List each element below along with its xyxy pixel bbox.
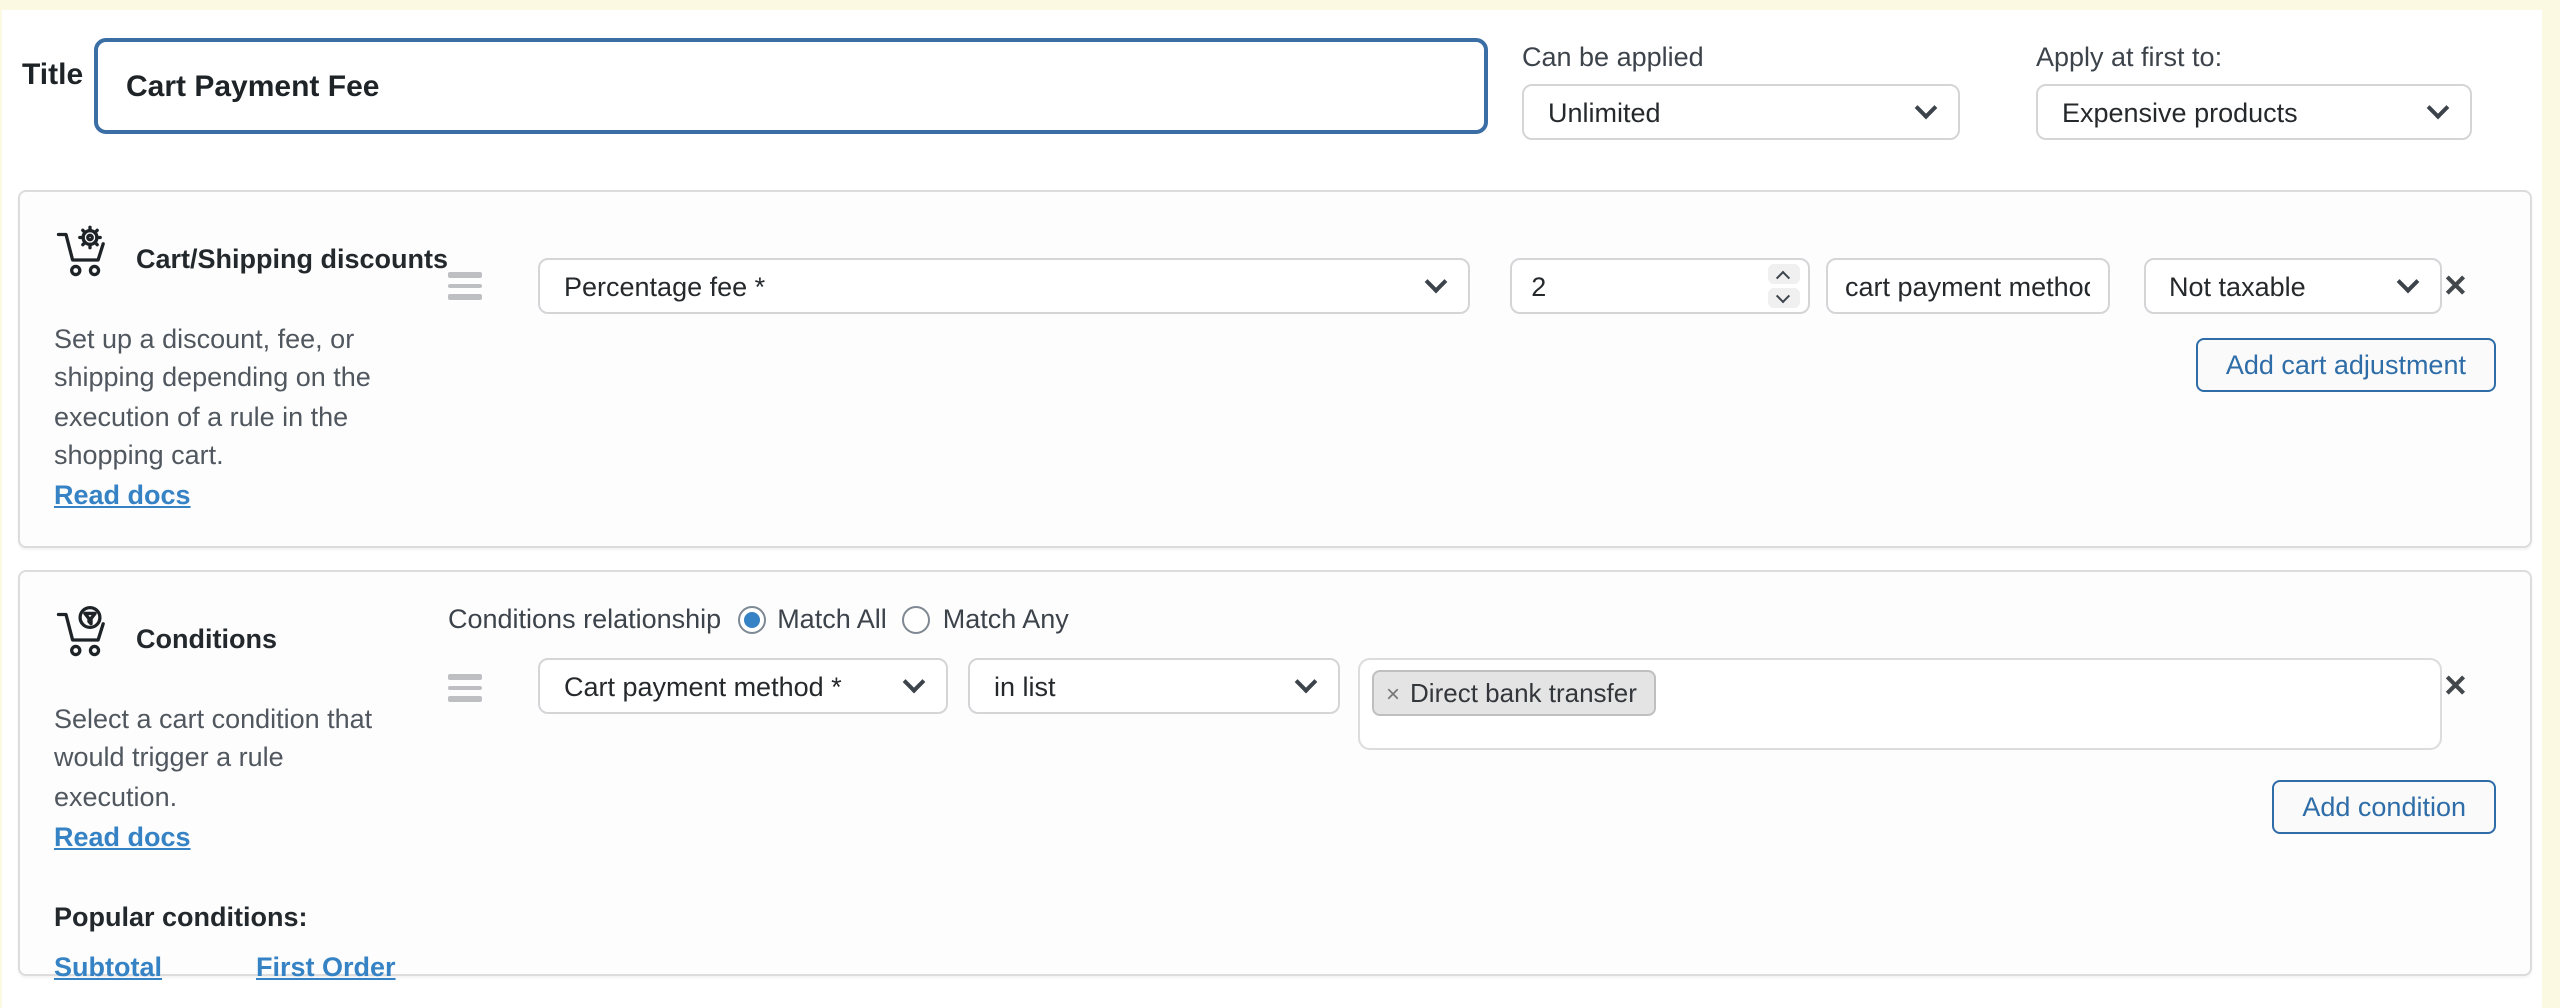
match-all-radio[interactable] (737, 605, 765, 633)
popular-conditions-label: Popular conditions: (54, 902, 464, 932)
chevron-down-icon (1915, 97, 1938, 120)
tag-label: Direct bank transfer (1410, 678, 1637, 708)
chevron-down-icon (1295, 671, 1318, 694)
condition-operator-value: in list (994, 671, 1056, 701)
can-be-applied-label: Can be applied (1522, 42, 1960, 72)
conditions-relationship-row: Conditions relationship Match All Match … (448, 604, 2496, 634)
popular-links: Subtotal First Order (54, 952, 464, 982)
remove-tag-icon[interactable]: × (1386, 679, 1400, 707)
popular-link-first-order[interactable]: First Order (256, 952, 396, 982)
adjustment-type-value: Percentage fee * (564, 271, 765, 301)
conditions-section: Conditions Select a cart condition that … (18, 570, 2532, 976)
discounts-body: Percentage fee * Not taxable (448, 192, 2530, 392)
can-be-applied-value: Unlimited (1548, 97, 1661, 127)
discounts-sidebar: Cart/Shipping discounts Set up a discoun… (54, 224, 464, 514)
conditions-header: Conditions (54, 604, 464, 674)
discounts-description: Set up a discount, fee, or shipping depe… (54, 320, 410, 474)
popular-link-subtotal[interactable]: Subtotal (54, 952, 162, 982)
add-adjustment-row: Add cart adjustment (448, 338, 2496, 392)
more-row: More ▾ (54, 1004, 464, 1008)
discounts-heading: Cart/Shipping discounts (136, 244, 448, 274)
apply-at-first-label: Apply at first to: (2036, 42, 2472, 72)
stepper-down-icon[interactable] (1767, 288, 1799, 308)
rule-editor-panel: Title Can be applied Unlimited Apply at … (2, 10, 2542, 1008)
remove-adjustment-icon[interactable]: ✕ (2443, 271, 2468, 301)
discounts-header: Cart/Shipping discounts (54, 224, 464, 294)
apply-at-first-group: Apply at first to: Expensive products (2036, 42, 2472, 140)
amount-field (1509, 258, 1809, 314)
match-all-label[interactable]: Match All (777, 604, 887, 634)
can-be-applied-group: Can be applied Unlimited (1522, 42, 1960, 140)
tax-select[interactable]: Not taxable (2143, 258, 2443, 314)
title-input[interactable] (94, 38, 1488, 134)
match-any-radio[interactable] (903, 605, 931, 633)
can-be-applied-select[interactable]: Unlimited (1522, 84, 1960, 140)
amount-input[interactable] (1509, 258, 1809, 314)
chevron-down-icon (903, 671, 926, 694)
condition-type-value: Cart payment method * (564, 671, 842, 701)
add-condition-row: Add condition (448, 780, 2496, 834)
page: Title Can be applied Unlimited Apply at … (0, 0, 2560, 1008)
conditions-description: Select a cart condition that would trigg… (54, 700, 410, 816)
more-link[interactable]: More (54, 1004, 119, 1008)
chevron-down-icon (2398, 271, 2421, 294)
cart-shipping-discounts-section: Cart/Shipping discounts Set up a discoun… (18, 190, 2532, 548)
add-cart-adjustment-button[interactable]: Add cart adjustment (2196, 338, 2496, 392)
conditions-read-docs-link[interactable]: Read docs (54, 822, 191, 852)
add-condition-button[interactable]: Add condition (2272, 780, 2496, 834)
conditions-heading: Conditions (136, 624, 277, 654)
conditions-body: Conditions relationship Match All Match … (448, 572, 2530, 834)
discounts-read-docs-link[interactable]: Read docs (54, 480, 191, 510)
condition-values-field[interactable]: × Direct bank transfer (1358, 658, 2442, 750)
condition-type-select[interactable]: Cart payment method * (538, 658, 948, 714)
stepper-up-icon[interactable] (1767, 264, 1799, 284)
chevron-down-icon (1424, 271, 1447, 294)
remove-condition-icon[interactable]: ✕ (2443, 672, 2468, 702)
fee-name-input[interactable] (1825, 258, 2109, 314)
condition-row: Cart payment method * in list × Direct b… (448, 658, 2496, 750)
number-stepper (1767, 264, 1799, 308)
condition-operator-select[interactable]: in list (968, 658, 1340, 714)
tax-value: Not taxable (2169, 271, 2306, 301)
title-label: Title (22, 58, 83, 92)
apply-at-first-select[interactable]: Expensive products (2036, 84, 2472, 140)
chevron-down-icon (2427, 97, 2450, 120)
cart-gear-icon (54, 224, 114, 294)
match-any-label[interactable]: Match Any (943, 604, 1069, 634)
selected-tag: × Direct bank transfer (1372, 670, 1657, 716)
adjustment-type-select[interactable]: Percentage fee * (538, 258, 1469, 314)
cart-adjustment-row: Percentage fee * Not taxable (448, 258, 2496, 314)
conditions-sidebar: Conditions Select a cart condition that … (54, 604, 464, 1008)
apply-at-first-value: Expensive products (2062, 97, 2298, 127)
conditions-relationship-label: Conditions relationship (448, 604, 721, 634)
cart-filter-icon (54, 604, 114, 674)
